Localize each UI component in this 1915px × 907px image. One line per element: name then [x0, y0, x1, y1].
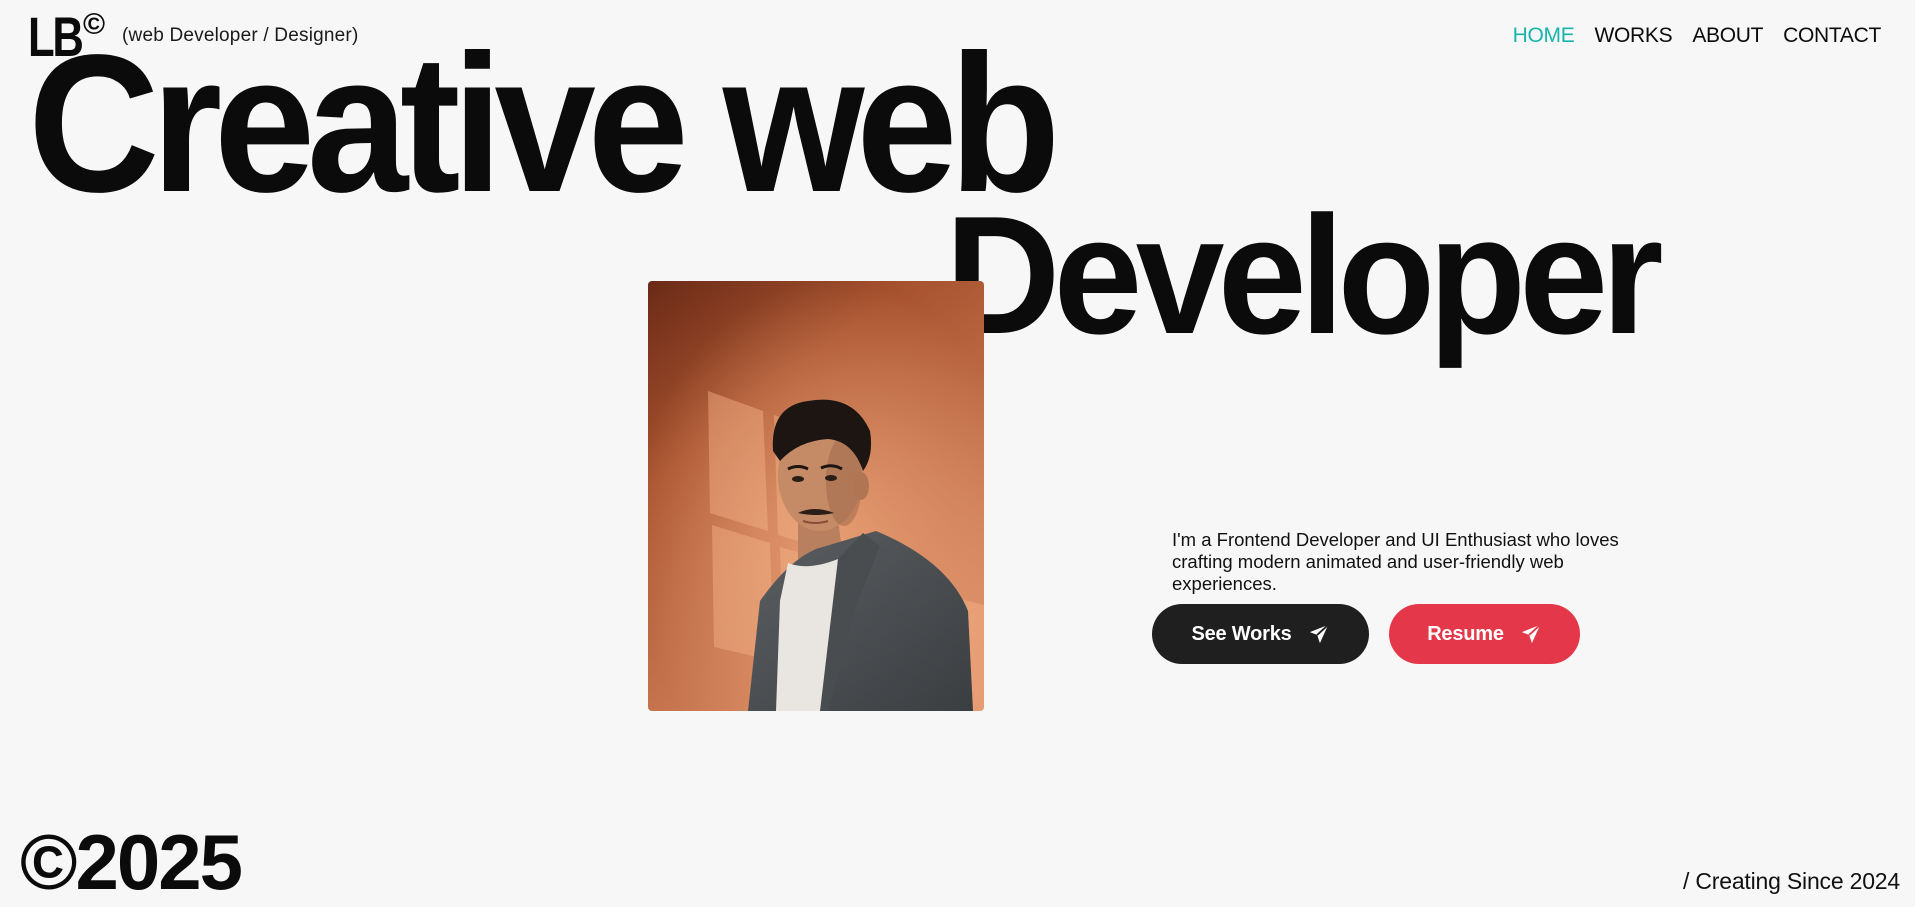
- nav-works[interactable]: WORKS: [1594, 24, 1672, 48]
- headline-line-2: Developer: [945, 181, 1664, 369]
- see-works-label: See Works: [1191, 622, 1292, 645]
- resume-button[interactable]: Resume: [1389, 604, 1580, 664]
- send-icon: [1521, 624, 1541, 644]
- headline-line-1: Creative web: [28, 14, 1061, 233]
- copyright-year: ©2025: [20, 818, 243, 906]
- creating-since: / Creating Since 2024: [1683, 868, 1900, 894]
- hero-actions: See Works Resume: [1152, 604, 1580, 664]
- profile-portrait: [648, 281, 984, 711]
- send-icon: [1309, 624, 1329, 644]
- nav-home[interactable]: HOME: [1513, 24, 1575, 48]
- intro-text: I'm a Frontend Developer and UI Enthusia…: [1172, 529, 1619, 594]
- resume-label: Resume: [1427, 622, 1504, 645]
- nav-contact[interactable]: CONTACT: [1783, 24, 1881, 48]
- page: LB © (web Developer / Designer) HOME WOR…: [0, 0, 1915, 907]
- nav-about[interactable]: ABOUT: [1692, 24, 1763, 48]
- see-works-button[interactable]: See Works: [1152, 604, 1369, 664]
- main-nav: HOME WORKS ABOUT CONTACT: [1513, 24, 1882, 48]
